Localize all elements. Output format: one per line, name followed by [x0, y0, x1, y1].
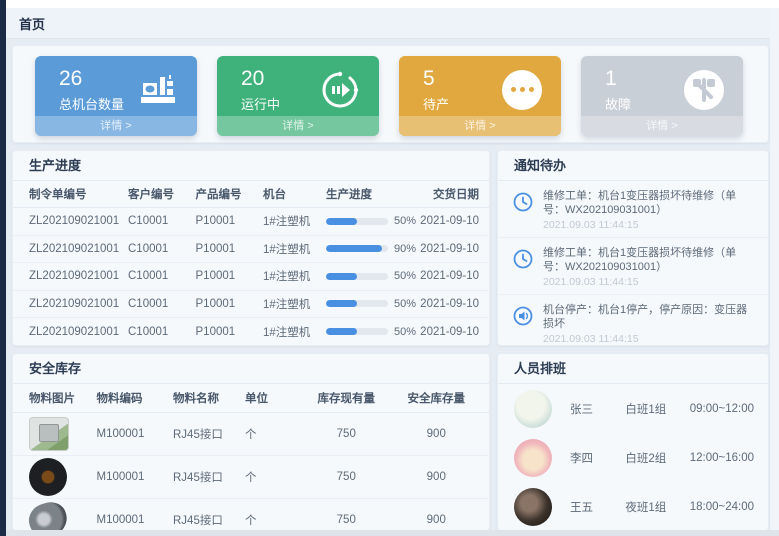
notification-time: 2021.09.03 11:44:15	[543, 219, 756, 231]
avatar	[514, 488, 552, 526]
bottom-strip	[6, 530, 779, 536]
table-header: 制令单编号 客户编号 产品编号 机台 生产进度 交货日期	[13, 181, 489, 208]
progress-bar	[326, 328, 388, 335]
stat-value: 1	[605, 66, 631, 92]
stat-value: 20	[241, 66, 280, 92]
breadcrumb-bar: 首页	[6, 8, 770, 39]
notification-item[interactable]: 机台停产：机台1停产，停产原因：变压器损坏 2021.09.03 11:44:1…	[498, 295, 768, 352]
stat-card-total-machines[interactable]: 26 总机台数量 详情 >	[35, 56, 197, 136]
progress-bar	[326, 300, 388, 307]
running-icon	[319, 69, 361, 111]
right-strip	[770, 8, 779, 530]
material-image-speaker-driver	[29, 458, 67, 496]
table-row: ZL202109021001 C10001 P10001 1#注塑机 50% 2…	[13, 263, 489, 291]
progress-bar	[326, 273, 388, 280]
stat-value: 5	[423, 66, 449, 92]
detail-link[interactable]: 详情 >	[581, 116, 743, 136]
panel-title: 生产进度	[13, 151, 489, 181]
tab-home[interactable]: 首页	[19, 14, 45, 33]
machine-icon	[137, 69, 179, 111]
panel-title: 通知待办	[498, 151, 768, 181]
top-strip	[6, 0, 779, 8]
tools-icon	[683, 69, 725, 111]
schedule-row: 王五 夜班1组 18:00~24:00	[498, 482, 768, 531]
schedule-row: 李四 白班2组 12:00~16:00	[498, 433, 768, 482]
notification-time: 2021.09.03 11:44:15	[543, 276, 756, 288]
table-header: 物料图片 物料编码 物料名称 单位 库存现有量 安全库存量	[13, 384, 489, 413]
stat-card-running[interactable]: 20 运行中 详情 >	[217, 56, 379, 136]
stat-label: 待产	[423, 94, 449, 113]
detail-link[interactable]: 详情 >	[35, 116, 197, 136]
table-row: ZL202109021001 C10001 P10001 1#注塑机 50% 2…	[13, 318, 489, 346]
stat-label: 故障	[605, 94, 631, 113]
stat-value: 26	[59, 66, 124, 92]
clock-icon	[512, 189, 534, 231]
stat-label: 运行中	[241, 94, 280, 113]
detail-link[interactable]: 详情 >	[217, 116, 379, 136]
speaker-icon	[512, 303, 534, 345]
progress-bar	[326, 245, 388, 252]
avatar	[514, 390, 552, 428]
safety-stock-panel: 安全库存 物料图片 物料编码 物料名称 单位 库存现有量 安全库存量 M1000…	[12, 353, 490, 531]
stat-label: 总机台数量	[59, 94, 124, 113]
production-progress-panel: 生产进度 制令单编号 客户编号 产品编号 机台 生产进度 交货日期 ZL2021…	[12, 150, 490, 346]
notification-item[interactable]: 维修工单：机台1变压器损坏待维修（单号：WX202109031001） 2021…	[498, 181, 768, 238]
schedule-row: 张三 白班1组 09:00~12:00	[498, 384, 768, 433]
ellipsis-icon	[501, 69, 543, 111]
table-row: ZL202109021001 C10001 P10001 1#注塑机 50% 2…	[13, 291, 489, 319]
stat-card-fault[interactable]: 1 故障 详情 >	[581, 56, 743, 136]
progress-bar	[326, 218, 388, 225]
detail-link[interactable]: 详情 >	[399, 116, 561, 136]
notification-item[interactable]: 维修工单：机台1变压器损坏待维修（单号：WX202109031001） 2021…	[498, 238, 768, 295]
panel-title: 人员排班	[498, 354, 768, 384]
stat-card-waiting[interactable]: 5 待产 详情 >	[399, 56, 561, 136]
panel-title: 安全库存	[13, 354, 489, 384]
table-row: ZL202109021001 C10001 P10001 1#注塑机 50% 2…	[13, 208, 489, 236]
stats-panel: 26 总机台数量 详情 > 20 运行中	[12, 45, 769, 143]
notification-time: 2021.09.03 11:44:15	[543, 333, 756, 345]
table-row: ZL202109021001 C10001 P10001 1#注塑机 90% 2…	[13, 236, 489, 264]
material-image-rj45	[29, 417, 69, 451]
table-row: M100001 RJ45接口 个 750 900	[13, 413, 489, 456]
avatar	[514, 439, 552, 477]
sidebar-edge	[0, 0, 6, 536]
table-row: M100001 RJ45接口 个 750 900	[13, 456, 489, 499]
notifications-panel: 通知待办 维修工单：机台1变压器损坏待维修（单号：WX202109031001）…	[497, 150, 769, 346]
staff-schedule-panel: 人员排班 张三 白班1组 09:00~12:00 李四 白班2组 12:00~1…	[497, 353, 769, 531]
clock-icon	[512, 246, 534, 288]
